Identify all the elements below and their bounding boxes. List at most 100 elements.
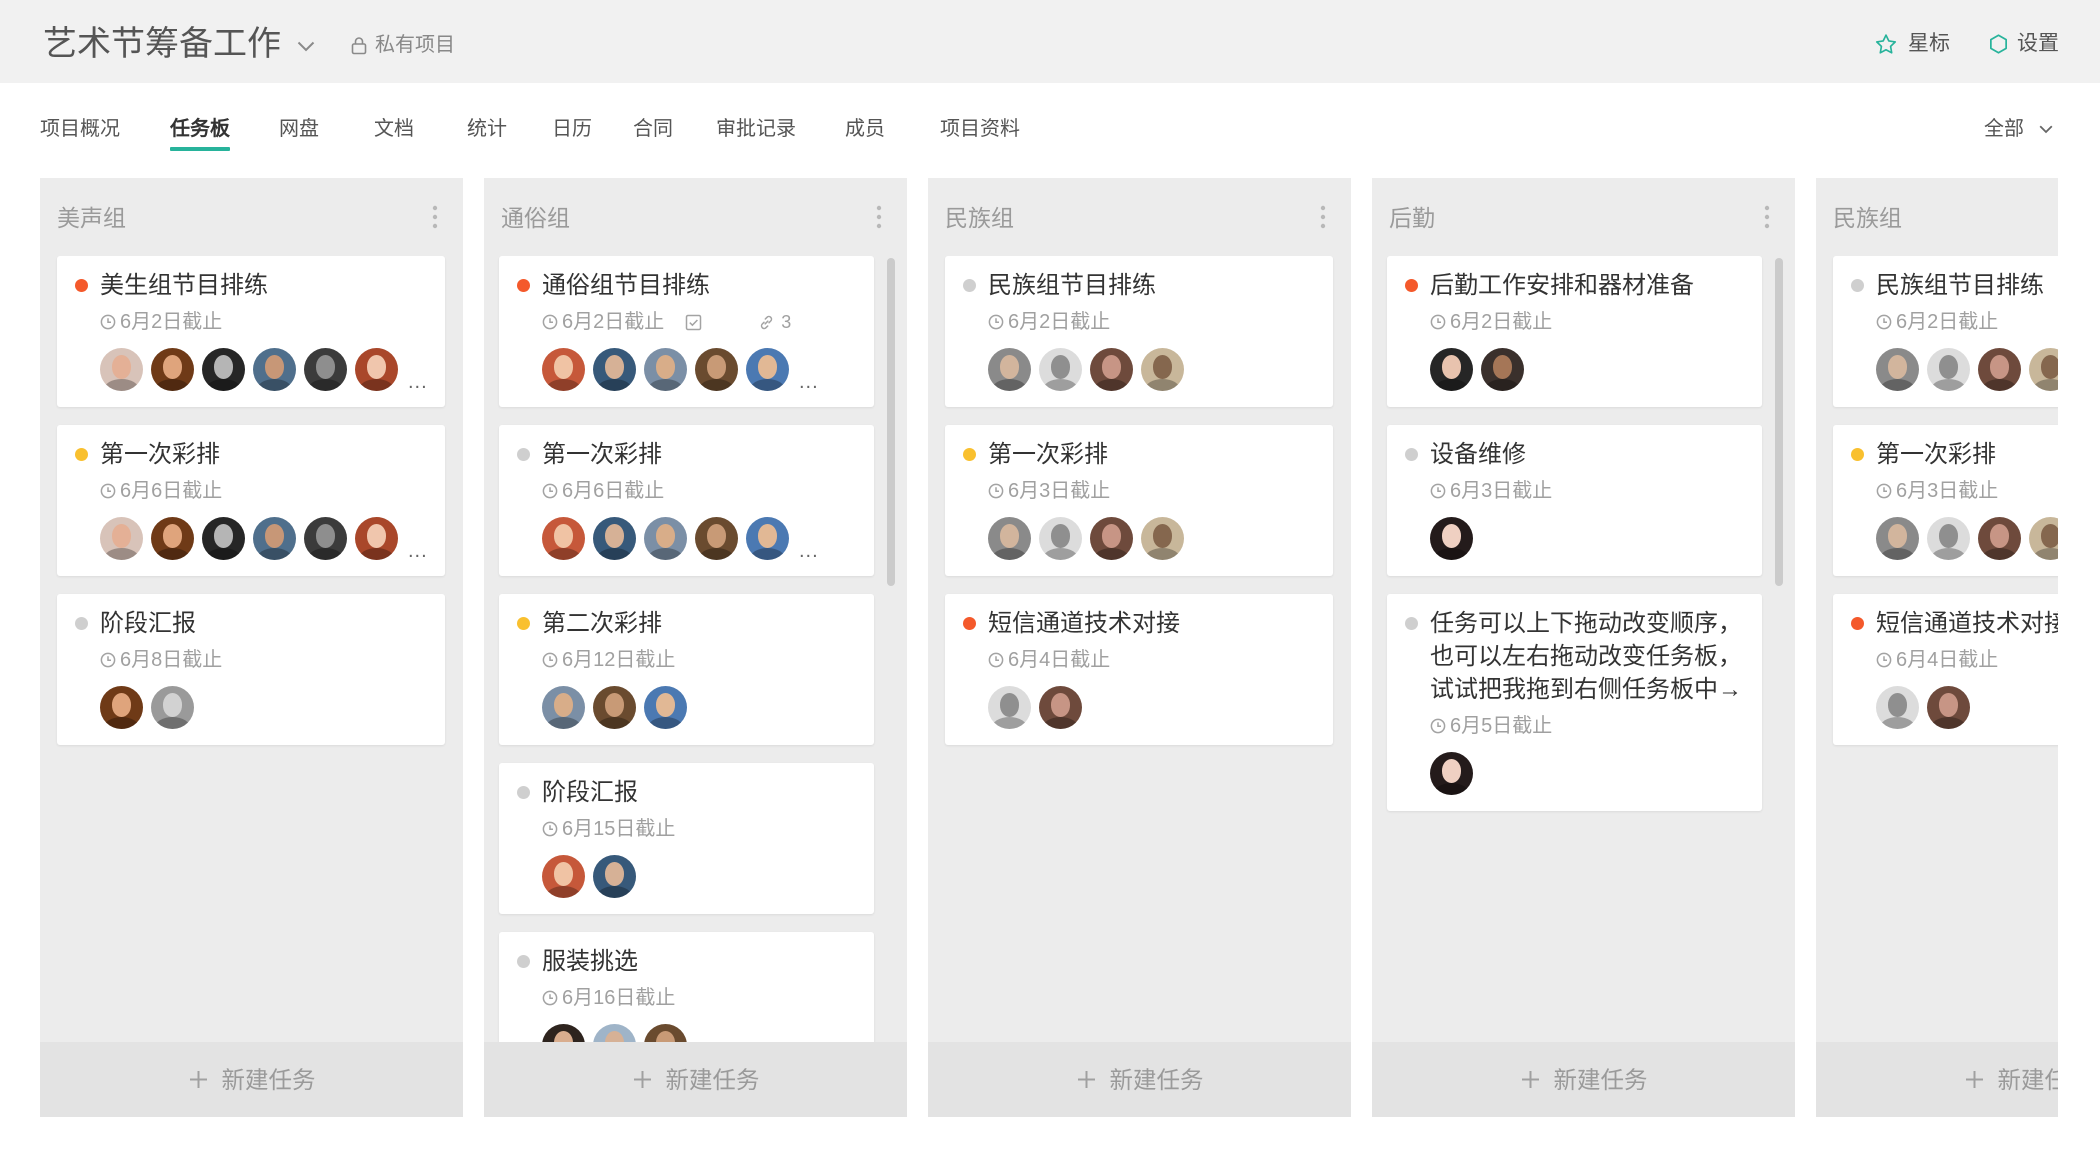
avatar[interactable] [542, 348, 585, 391]
task-card[interactable]: 第一次彩排 6月6日截止... [499, 425, 874, 576]
more-vertical-icon[interactable] [431, 205, 439, 229]
avatar[interactable] [253, 348, 296, 391]
task-card[interactable]: 通俗组节目排练 6月2日截止 3... [499, 256, 874, 407]
avatar[interactable] [100, 517, 143, 560]
avatar[interactable] [1430, 348, 1473, 391]
avatar[interactable] [746, 348, 789, 391]
avatar[interactable] [542, 855, 585, 898]
task-card[interactable]: 服装挑选 6月16日截止 [499, 932, 874, 1042]
task-card[interactable]: 阶段汇报 6月15日截止 [499, 763, 874, 914]
settings-button[interactable]: 设置 [1988, 31, 2059, 57]
tab-contracts[interactable]: 合同 [633, 115, 673, 143]
avatar[interactable] [593, 686, 636, 729]
avatar[interactable] [304, 348, 347, 391]
avatar[interactable] [1876, 348, 1919, 391]
tab-statistics[interactable]: 统计 [467, 115, 507, 143]
tab-approvals[interactable]: 审批记录 [716, 115, 796, 143]
avatar[interactable] [644, 686, 687, 729]
tab-members[interactable]: 成员 [845, 115, 885, 143]
scrollbar[interactable] [1775, 258, 1783, 586]
avatar[interactable] [644, 348, 687, 391]
avatar[interactable] [100, 348, 143, 391]
task-card[interactable]: 民族组节目排练 6月2日截止 [945, 256, 1333, 407]
more-assignees[interactable]: ... [408, 541, 428, 561]
avatar[interactable] [1141, 517, 1184, 560]
avatar[interactable] [988, 686, 1031, 729]
avatar[interactable] [593, 1024, 636, 1042]
new-task-button[interactable]: 新建任务 [1816, 1042, 2058, 1117]
new-task-button[interactable]: 新建任务 [1372, 1042, 1795, 1117]
avatar[interactable] [355, 348, 398, 391]
task-card[interactable]: 第一次彩排 6月3日截止 [1833, 425, 2058, 576]
avatar[interactable] [355, 517, 398, 560]
avatar[interactable] [253, 517, 296, 560]
avatar[interactable] [1090, 517, 1133, 560]
task-card[interactable]: 第二次彩排 6月12日截止 [499, 594, 874, 745]
more-assignees[interactable]: ... [799, 372, 819, 392]
avatar[interactable] [2029, 348, 2058, 391]
avatar[interactable] [1430, 752, 1473, 795]
more-assignees[interactable]: ... [408, 372, 428, 392]
avatar[interactable] [151, 517, 194, 560]
more-assignees[interactable]: ... [799, 541, 819, 561]
avatar[interactable] [100, 686, 143, 729]
avatar[interactable] [2029, 517, 2058, 560]
more-vertical-icon[interactable] [1319, 205, 1327, 229]
task-card[interactable]: 民族组节目排练 6月2日截止 [1833, 256, 2058, 407]
task-card[interactable]: 第一次彩排 6月3日截止 [945, 425, 1333, 576]
avatar[interactable] [202, 348, 245, 391]
avatar[interactable] [644, 517, 687, 560]
avatar[interactable] [644, 1024, 687, 1042]
scrollbar[interactable] [887, 258, 895, 586]
avatar[interactable] [151, 686, 194, 729]
task-card[interactable]: 短信通道技术对接 6月4日截止 [1833, 594, 2058, 745]
avatar[interactable] [1927, 686, 1970, 729]
avatar[interactable] [1978, 517, 2021, 560]
avatar[interactable] [988, 348, 1031, 391]
avatar[interactable] [1039, 348, 1082, 391]
filter-dropdown[interactable]: 全部 [1984, 115, 2053, 143]
avatar[interactable] [1430, 517, 1473, 560]
avatar[interactable] [1927, 348, 1970, 391]
avatar[interactable] [542, 517, 585, 560]
more-vertical-icon[interactable] [1763, 205, 1771, 229]
tab-drive[interactable]: 网盘 [279, 115, 319, 143]
task-card[interactable]: 阶段汇报 6月8日截止 [57, 594, 445, 745]
task-card[interactable]: 短信通道技术对接 6月4日截止 [945, 594, 1333, 745]
project-switcher[interactable]: 艺术节筹备工作 [43, 20, 315, 68]
task-card[interactable]: 后勤工作安排和器材准备 6月2日截止 [1387, 256, 1762, 407]
tab-documents[interactable]: 文档 [374, 115, 414, 143]
avatar[interactable] [1090, 348, 1133, 391]
avatar[interactable] [593, 348, 636, 391]
new-task-button[interactable]: 新建任务 [484, 1042, 907, 1117]
tab-overview[interactable]: 项目概况 [40, 115, 120, 143]
tab-task-board[interactable]: 任务板 [170, 115, 230, 151]
avatar[interactable] [151, 348, 194, 391]
new-task-button[interactable]: 新建任务 [40, 1042, 463, 1117]
avatar[interactable] [593, 855, 636, 898]
avatar[interactable] [542, 1024, 585, 1042]
star-button[interactable]: 星标 [1875, 31, 1950, 57]
avatar[interactable] [695, 348, 738, 391]
new-task-button[interactable]: 新建任务 [928, 1042, 1351, 1117]
more-vertical-icon[interactable] [875, 205, 883, 229]
avatar[interactable] [1927, 517, 1970, 560]
avatar[interactable] [746, 517, 789, 560]
avatar[interactable] [1876, 686, 1919, 729]
avatar[interactable] [1481, 348, 1524, 391]
avatar[interactable] [695, 517, 738, 560]
avatar[interactable] [988, 517, 1031, 560]
avatar[interactable] [542, 686, 585, 729]
avatar[interactable] [202, 517, 245, 560]
tab-calendar[interactable]: 日历 [552, 115, 592, 143]
avatar[interactable] [1978, 348, 2021, 391]
avatar[interactable] [593, 517, 636, 560]
task-card[interactable]: 第一次彩排 6月6日截止... [57, 425, 445, 576]
task-card[interactable]: 设备维修 6月3日截止 [1387, 425, 1762, 576]
avatar[interactable] [1876, 517, 1919, 560]
task-card[interactable]: 美生组节目排练 6月2日截止... [57, 256, 445, 407]
avatar[interactable] [304, 517, 347, 560]
avatar[interactable] [1141, 348, 1184, 391]
tab-project-files[interactable]: 项目资料 [940, 115, 1020, 143]
avatar[interactable] [1039, 517, 1082, 560]
